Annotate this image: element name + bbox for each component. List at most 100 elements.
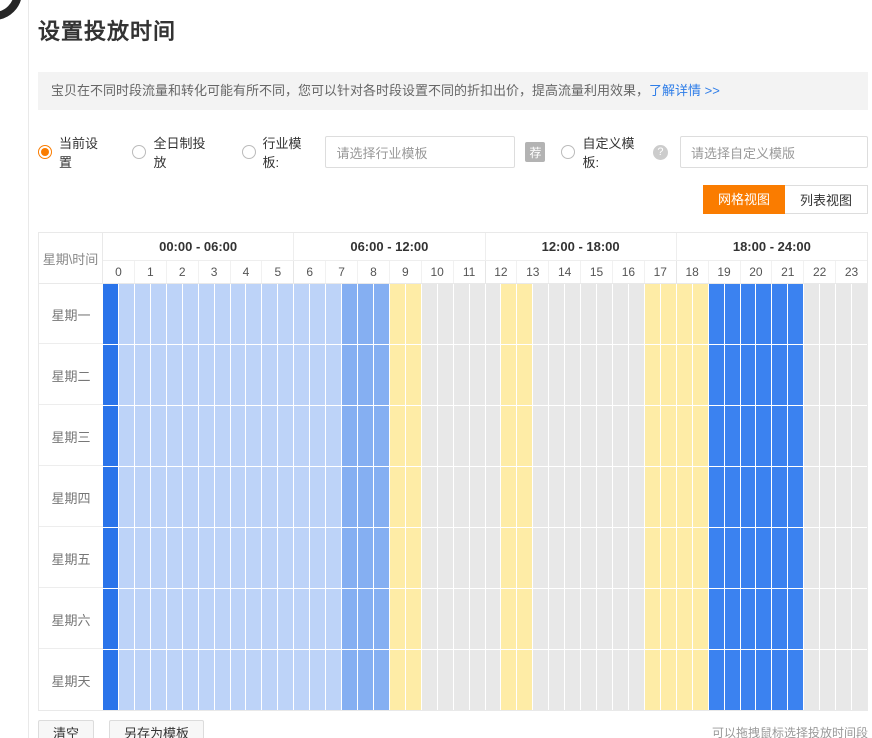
- time-slot-cell[interactable]: [788, 284, 803, 344]
- radio-custom-template[interactable]: 自定义模板:: [561, 133, 648, 171]
- time-slot-cell[interactable]: [756, 406, 771, 466]
- time-slot-cell[interactable]: [183, 467, 198, 527]
- time-slot-cell[interactable]: [804, 467, 819, 527]
- time-slot-cell[interactable]: [486, 528, 501, 588]
- time-slot-cell[interactable]: [294, 284, 309, 344]
- time-slot-cell[interactable]: [597, 467, 612, 527]
- time-slot-cell[interactable]: [342, 528, 357, 588]
- time-slot-cell[interactable]: [167, 528, 182, 588]
- time-slot-cell[interactable]: [310, 284, 325, 344]
- time-slot-cell[interactable]: [677, 528, 692, 588]
- time-slot-cell[interactable]: [725, 406, 740, 466]
- time-slot-cell[interactable]: [549, 589, 564, 649]
- time-slot-cell[interactable]: [756, 528, 771, 588]
- time-slot-cell[interactable]: [262, 589, 277, 649]
- time-slot-cell[interactable]: [262, 345, 277, 405]
- time-slot-cell[interactable]: [390, 284, 405, 344]
- time-slot-cell[interactable]: [613, 589, 628, 649]
- time-slot-cell[interactable]: [167, 589, 182, 649]
- time-slot-cell[interactable]: [661, 650, 676, 710]
- time-slot-cell[interactable]: [661, 284, 676, 344]
- time-slot-cell[interactable]: [486, 284, 501, 344]
- time-slot-cell[interactable]: [246, 467, 261, 527]
- time-slot-cell[interactable]: [645, 406, 660, 466]
- time-slot-cell[interactable]: [342, 650, 357, 710]
- time-slot-cell[interactable]: [199, 528, 214, 588]
- time-slot-cell[interactable]: [215, 589, 230, 649]
- time-slot-cell[interactable]: [836, 589, 851, 649]
- time-slot-cell[interactable]: [438, 406, 453, 466]
- time-slot-cell[interactable]: [486, 406, 501, 466]
- time-slot-cell[interactable]: [246, 589, 261, 649]
- time-slot-cell[interactable]: [852, 284, 867, 344]
- time-slot-cell[interactable]: [470, 284, 485, 344]
- time-slot-cell[interactable]: [741, 406, 756, 466]
- time-slot-cell[interactable]: [358, 284, 373, 344]
- time-slot-cell[interactable]: [804, 406, 819, 466]
- time-slot-cell[interactable]: [183, 345, 198, 405]
- time-slot-cell[interactable]: [613, 345, 628, 405]
- time-slot-cell[interactable]: [772, 345, 787, 405]
- time-slot-cell[interactable]: [709, 650, 724, 710]
- time-slot-cell[interactable]: [549, 345, 564, 405]
- time-slot-cell[interactable]: [151, 467, 166, 527]
- time-slot-cell[interactable]: [326, 650, 341, 710]
- time-slot-cell[interactable]: [709, 528, 724, 588]
- time-slot-cell[interactable]: [438, 345, 453, 405]
- time-slot-cell[interactable]: [438, 589, 453, 649]
- time-slot-cell[interactable]: [741, 528, 756, 588]
- time-slot-cell[interactable]: [613, 528, 628, 588]
- time-slot-cell[interactable]: [231, 467, 246, 527]
- time-slot-cell[interactable]: [820, 284, 835, 344]
- time-slot-cell[interactable]: [629, 345, 644, 405]
- learn-more-link[interactable]: 了解详情 >>: [649, 83, 720, 98]
- time-slot-cell[interactable]: [772, 467, 787, 527]
- time-slot-cell[interactable]: [215, 467, 230, 527]
- time-slot-cell[interactable]: [501, 528, 516, 588]
- time-slot-cell[interactable]: [151, 345, 166, 405]
- time-slot-cell[interactable]: [215, 528, 230, 588]
- time-slot-cell[interactable]: [677, 345, 692, 405]
- time-slot-cell[interactable]: [358, 650, 373, 710]
- time-slot-cell[interactable]: [199, 284, 214, 344]
- time-slot-cell[interactable]: [135, 284, 150, 344]
- time-slot-cell[interactable]: [167, 467, 182, 527]
- time-slot-cell[interactable]: [709, 406, 724, 466]
- time-slot-cell[interactable]: [517, 650, 532, 710]
- time-slot-cell[interactable]: [661, 406, 676, 466]
- time-slot-cell[interactable]: [852, 345, 867, 405]
- time-slot-cell[interactable]: [422, 650, 437, 710]
- time-slot-cell[interactable]: [406, 467, 421, 527]
- time-slot-cell[interactable]: [693, 650, 708, 710]
- time-slot-cell[interactable]: [629, 528, 644, 588]
- time-slot-cell[interactable]: [342, 589, 357, 649]
- radio-current-setting[interactable]: 当前设置: [38, 133, 108, 171]
- time-slot-cell[interactable]: [517, 406, 532, 466]
- time-slot-cell[interactable]: [693, 406, 708, 466]
- radio-icon[interactable]: [242, 145, 256, 159]
- time-slot-cell[interactable]: [374, 589, 389, 649]
- time-slot-cell[interactable]: [422, 467, 437, 527]
- time-slot-cell[interactable]: [597, 406, 612, 466]
- time-slot-cell[interactable]: [836, 528, 851, 588]
- time-slot-cell[interactable]: [756, 467, 771, 527]
- time-slot-cell[interactable]: [533, 528, 548, 588]
- time-slot-cell[interactable]: [836, 406, 851, 466]
- time-slot-cell[interactable]: [597, 528, 612, 588]
- time-slot-cell[interactable]: [725, 467, 740, 527]
- time-slot-cell[interactable]: [390, 589, 405, 649]
- radio-icon[interactable]: [561, 145, 575, 159]
- time-slot-cell[interactable]: [470, 650, 485, 710]
- time-slot-cell[interactable]: [183, 589, 198, 649]
- time-slot-cell[interactable]: [756, 345, 771, 405]
- time-slot-cell[interactable]: [103, 589, 118, 649]
- time-slot-cell[interactable]: [454, 467, 469, 527]
- time-slot-cell[interactable]: [438, 528, 453, 588]
- time-slot-cell[interactable]: [454, 284, 469, 344]
- time-slot-cell[interactable]: [501, 467, 516, 527]
- time-slot-cell[interactable]: [597, 284, 612, 344]
- time-slot-cell[interactable]: [470, 528, 485, 588]
- time-slot-cell[interactable]: [820, 406, 835, 466]
- time-slot-cell[interactable]: [278, 284, 293, 344]
- time-slot-cell[interactable]: [438, 284, 453, 344]
